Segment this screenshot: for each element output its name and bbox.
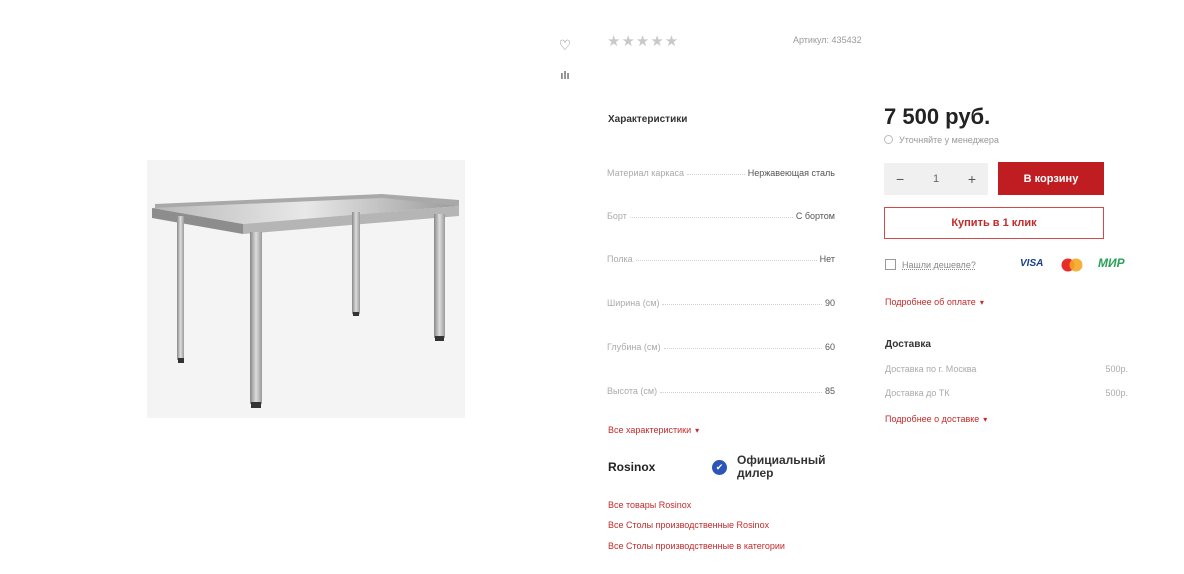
spec-name: Ширина (см) xyxy=(607,298,660,308)
brand-category-link[interactable]: Все Столы производственные Rosinox xyxy=(608,520,769,530)
category-link[interactable]: Все Столы производственные в категории xyxy=(608,541,785,551)
delivery-title: Доставка xyxy=(885,339,931,350)
spec-leader xyxy=(635,260,817,261)
spec-leader xyxy=(662,304,822,305)
qty-input[interactable]: 1 xyxy=(933,173,939,185)
mastercard-logo-icon xyxy=(1061,258,1083,272)
add-to-cart-button[interactable]: В корзину xyxy=(998,162,1104,195)
table-illustration xyxy=(147,160,465,418)
brand-products-link[interactable]: Все товары Rosinox xyxy=(608,500,691,510)
spec-row: Борт С бортом xyxy=(607,207,835,221)
official-dealer-check-icon: ✔ xyxy=(712,460,727,475)
spec-row: Ширина (см) 90 xyxy=(607,294,835,308)
clock-icon xyxy=(884,135,893,144)
article-number: Артикул: 435432 xyxy=(793,35,862,45)
spec-name: Глубина (см) xyxy=(607,342,661,352)
all-specs-label: Все характеристики xyxy=(608,425,692,435)
price: 7 500 руб. xyxy=(884,104,991,129)
spec-value: 85 xyxy=(824,386,835,396)
delivery-name: Доставка до ТК xyxy=(885,388,950,398)
spec-name: Материал каркаса xyxy=(607,168,685,178)
chevron-down-icon: ▾ xyxy=(695,426,700,435)
delivery-details-label: Подробнее о доставке xyxy=(885,414,980,424)
all-specs-link[interactable]: Все характеристики ▾ xyxy=(608,425,699,435)
delivery-name: Доставка по г. Москва xyxy=(885,364,977,374)
price-clarify-note: Уточняйте у менеджера xyxy=(884,135,999,145)
spec-row: Материал каркаса Нержавеющая сталь xyxy=(607,164,835,178)
spec-leader xyxy=(687,174,745,175)
delivery-row: Доставка до ТК 500р. xyxy=(885,388,1128,398)
delivery-details-link[interactable]: Подробнее о доставке ▾ xyxy=(885,414,987,424)
product-image[interactable] xyxy=(147,160,465,418)
official-dealer-label: Официальный дилер xyxy=(737,453,826,480)
qty-minus-button[interactable]: − xyxy=(896,171,904,187)
chevron-down-icon: ▾ xyxy=(983,415,988,424)
brand-name[interactable]: Rosinox xyxy=(608,460,655,474)
spec-leader xyxy=(629,217,793,218)
clarify-text: Уточняйте у менеджера xyxy=(899,135,999,145)
spec-leader xyxy=(660,392,822,393)
spec-row: Полка Нет xyxy=(607,250,835,264)
spec-value: С бортом xyxy=(795,211,835,221)
found-cheaper-link[interactable]: Нашли дешевле? xyxy=(902,260,976,270)
calendar-icon xyxy=(885,259,896,270)
rating-stars-icon[interactable]: ★★★★★ xyxy=(607,32,679,50)
spec-value: Нет xyxy=(819,254,835,264)
spec-row: Глубина (см) 60 xyxy=(607,338,835,352)
spec-name: Высота (см) xyxy=(607,386,658,396)
delivery-price: 500р. xyxy=(1105,364,1128,374)
spec-name: Борт xyxy=(607,211,627,221)
compare-bars-icon[interactable]: ılı xyxy=(556,67,574,85)
spec-value: 90 xyxy=(824,298,835,308)
spec-value: 60 xyxy=(824,342,835,352)
spec-leader xyxy=(663,348,822,349)
payment-details-link[interactable]: Подробнее об оплате ▾ xyxy=(885,297,984,307)
buy-one-click-button[interactable]: Купить в 1 клик xyxy=(884,207,1104,239)
chevron-down-icon: ▾ xyxy=(979,298,984,307)
mir-logo: МИР xyxy=(1098,256,1125,270)
visa-logo: VISA xyxy=(1020,258,1044,269)
specs-title: Характеристики xyxy=(608,114,688,125)
delivery-row: Доставка по г. Москва 500р. xyxy=(885,364,1128,374)
spec-name: Полка xyxy=(607,254,633,264)
payment-details-label: Подробнее об оплате xyxy=(885,297,976,307)
delivery-price: 500р. xyxy=(1105,388,1128,398)
favorite-heart-icon[interactable]: ♡ xyxy=(556,36,574,54)
spec-value: Нержавеющая сталь xyxy=(747,168,835,178)
quantity-stepper[interactable]: − 1 + xyxy=(884,163,988,195)
spec-row: Высота (см) 85 xyxy=(607,382,835,396)
qty-plus-button[interactable]: + xyxy=(968,171,976,187)
found-cheaper[interactable]: Нашли дешевле? xyxy=(885,259,976,270)
